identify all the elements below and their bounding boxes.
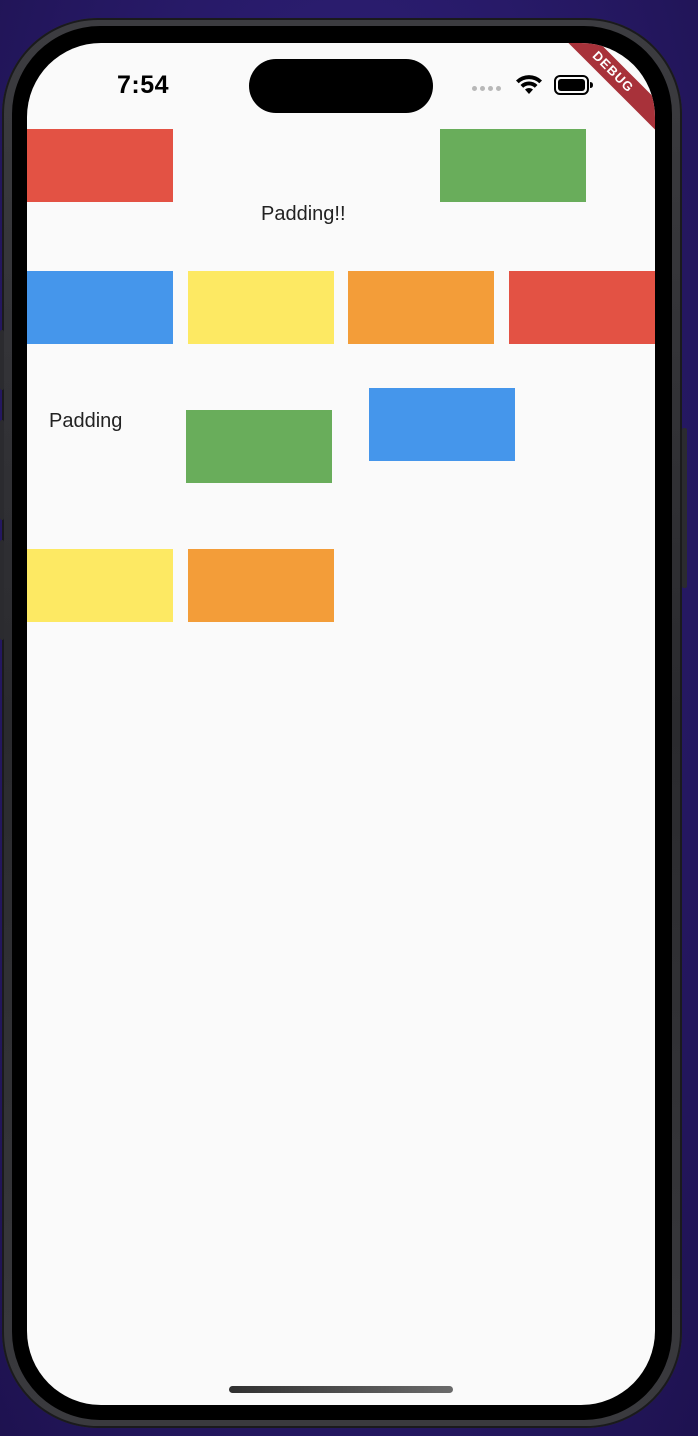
blue-box-1 [27, 271, 173, 344]
action-button [0, 330, 4, 390]
volume-up-button [0, 420, 4, 520]
home-indicator[interactable] [229, 1386, 453, 1393]
red-box-2 [509, 271, 655, 344]
screen: 7:54 DEBUG Padding!! Padding [27, 43, 655, 1405]
green-box-2 [186, 410, 332, 483]
orange-box-2 [188, 549, 334, 622]
status-time: 7:54 [117, 71, 170, 99]
blue-box-2 [369, 388, 515, 461]
power-button [682, 428, 687, 588]
padding-label: Padding [49, 410, 123, 432]
yellow-box-1 [188, 271, 334, 344]
volume-down-button [0, 540, 4, 640]
wifi-icon [516, 75, 542, 94]
yellow-box-2 [27, 549, 173, 622]
padding-bang-label: Padding!! [261, 203, 346, 225]
green-box-1 [440, 129, 586, 202]
cellular-signal-icon [472, 86, 501, 91]
dynamic-island [249, 59, 433, 113]
red-box-1 [27, 129, 173, 202]
orange-box-1 [348, 271, 494, 344]
battery-icon [554, 75, 593, 95]
